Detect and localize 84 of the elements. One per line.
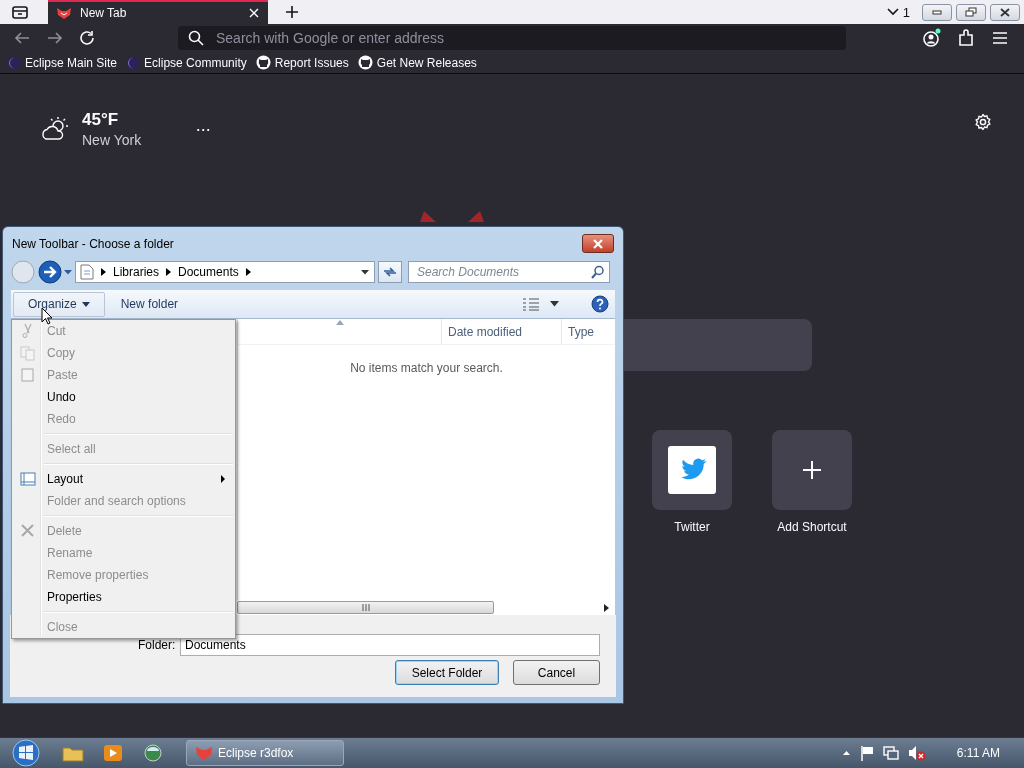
column-header[interactable]: Type xyxy=(561,319,594,344)
tab-list-icon[interactable] xyxy=(11,4,29,20)
minimize-button[interactable] xyxy=(922,3,952,21)
more-options-button[interactable]: ··· xyxy=(195,118,211,140)
window-title: New Toolbar - Choose a folder xyxy=(12,236,175,251)
chevron-right-icon xyxy=(165,267,173,277)
taskbar-button[interactable]: Eclipse r3dfox xyxy=(186,740,344,766)
address-bar[interactable]: Search with Google or enter address xyxy=(178,26,846,50)
temperature: 45°F xyxy=(82,110,120,130)
search-box[interactable]: Search Documents xyxy=(408,261,610,283)
menu-item[interactable]: Layout xyxy=(47,472,221,486)
column-header[interactable]: Date modified xyxy=(441,319,561,344)
copy-icon xyxy=(20,345,36,361)
folder-label: Folder: xyxy=(138,638,177,652)
clock-time[interactable]: 6:11 AM xyxy=(956,746,1000,760)
shortcut-label: Add Shortcut xyxy=(777,520,847,534)
plus-icon xyxy=(802,460,822,480)
delete-icon xyxy=(20,523,36,539)
browser-tab[interactable]: New Tab xyxy=(48,0,268,24)
caret-up-icon[interactable] xyxy=(841,750,851,756)
menu-item[interactable]: Properties xyxy=(47,590,233,604)
breadcrumb-item[interactable]: Libraries xyxy=(113,265,160,279)
location-name: New York xyxy=(82,132,142,148)
close-button[interactable] xyxy=(990,3,1020,21)
forward-arrow-icon[interactable] xyxy=(45,30,65,46)
new-tab-icon[interactable] xyxy=(285,5,299,19)
extensions-icon[interactable] xyxy=(956,28,976,48)
bookmark-link[interactable]: Eclipse Main Site xyxy=(7,55,118,70)
settings-icon[interactable] xyxy=(974,113,992,131)
select-folder-button[interactable]: Select Folder xyxy=(395,660,499,685)
organize-button[interactable]: Organize xyxy=(13,291,105,317)
empty-message: No items match your search. xyxy=(349,361,504,375)
address-field[interactable]: Search with Google or enter address xyxy=(214,29,846,47)
cancel-button[interactable]: Cancel xyxy=(513,660,600,685)
chevron-right-icon xyxy=(244,267,252,277)
restore-icon xyxy=(965,7,977,17)
shortcut-tile[interactable] xyxy=(772,430,852,510)
breadcrumb-bar[interactable]: Libraries Documents xyxy=(75,261,375,283)
bird-icon xyxy=(668,446,716,494)
shortcut-tile[interactable] xyxy=(652,430,732,510)
media-player-icon[interactable] xyxy=(102,743,124,763)
refresh-button[interactable] xyxy=(378,261,402,283)
bookmark-link[interactable]: Eclipse Community xyxy=(126,55,247,70)
speaker-muted-icon[interactable] xyxy=(907,745,926,761)
search-icon xyxy=(591,265,605,279)
close-button[interactable] xyxy=(582,234,614,253)
crescent-icon xyxy=(7,55,21,70)
caret-down-icon[interactable] xyxy=(360,269,370,275)
breadcrumb-item[interactable]: Documents xyxy=(178,265,239,279)
chevron-down-icon[interactable] xyxy=(886,8,899,16)
new-folder-button[interactable]: New folder xyxy=(106,297,193,311)
restore-button[interactable] xyxy=(956,3,986,21)
globe-icon[interactable] xyxy=(142,743,164,763)
back-arrow-icon[interactable] xyxy=(12,30,32,46)
crescent-icon xyxy=(126,55,141,70)
grip-icon xyxy=(361,604,370,611)
close-icon[interactable] xyxy=(248,7,260,19)
scrollbar-thumb[interactable] xyxy=(237,601,494,614)
flag-icon[interactable] xyxy=(859,745,874,761)
layout-icon xyxy=(20,471,36,487)
search-icon xyxy=(188,30,204,46)
bookmark-link[interactable]: Report Issues xyxy=(255,55,349,70)
network-icon[interactable] xyxy=(882,745,899,761)
clipboard-icon xyxy=(20,367,36,383)
tab-title: New Tab xyxy=(80,6,128,20)
minimize-icon xyxy=(932,9,942,15)
menu-item[interactable]: Undo xyxy=(47,390,233,404)
close-icon xyxy=(1000,7,1010,17)
help-icon[interactable] xyxy=(591,295,609,313)
account-icon[interactable] xyxy=(922,28,942,48)
chevron-right-icon xyxy=(100,267,107,277)
document-icon xyxy=(80,264,94,280)
caret-down-icon xyxy=(81,301,90,307)
caret-down-icon[interactable] xyxy=(550,301,559,307)
tab-count: 1 xyxy=(902,4,910,20)
shortcut-label: Twitter xyxy=(674,520,710,534)
close-icon xyxy=(592,238,604,249)
bookmark-link[interactable]: Get New Releases xyxy=(357,55,477,70)
cloud-sun-icon xyxy=(40,116,70,142)
forward-orb-icon[interactable] xyxy=(37,260,63,284)
folder-field[interactable]: Documents xyxy=(180,634,600,656)
scroll-right-icon[interactable] xyxy=(604,603,609,612)
refresh-icon xyxy=(382,265,398,279)
folder-icon[interactable] xyxy=(62,744,84,762)
